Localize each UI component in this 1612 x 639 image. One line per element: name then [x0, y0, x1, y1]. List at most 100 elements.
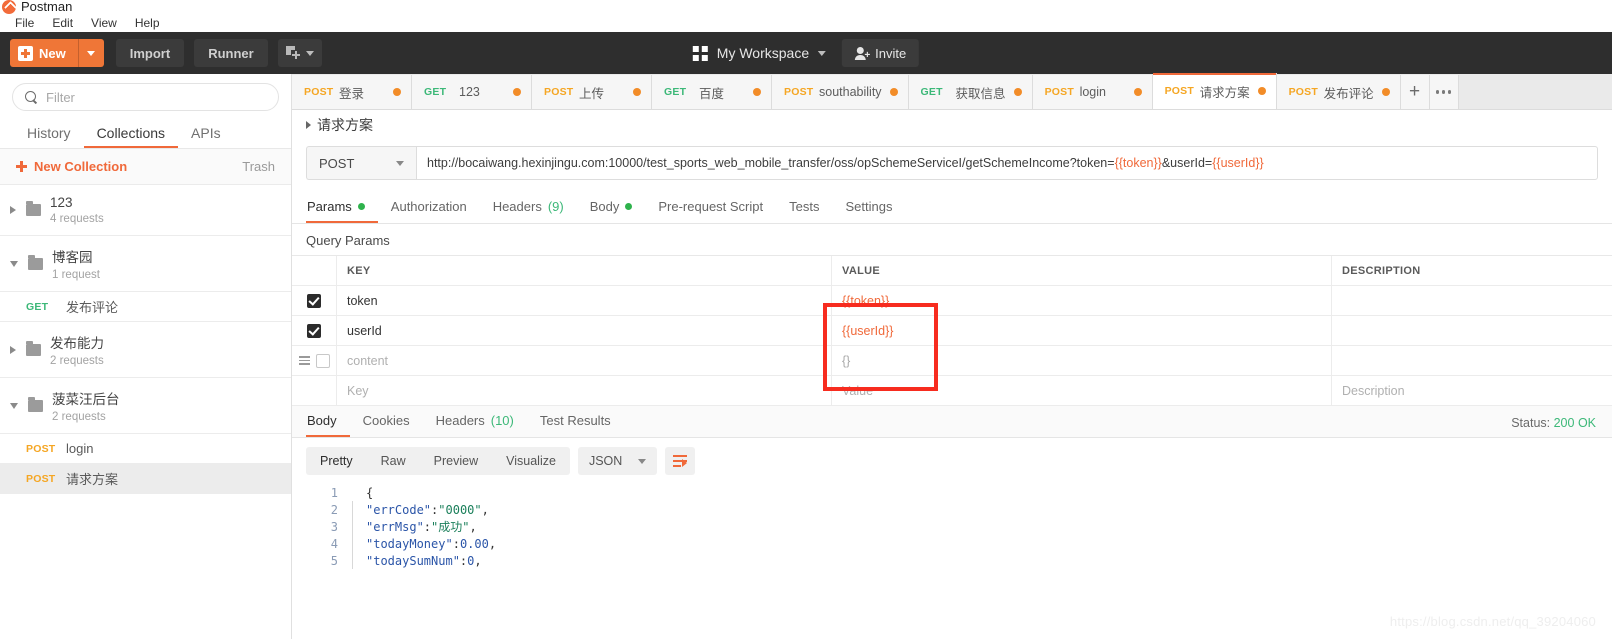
response-tab-cookies[interactable]: Cookies — [350, 413, 423, 437]
url-input[interactable]: http://bocaiwang.hexinjingu.com:10000/te… — [416, 146, 1598, 180]
code-string: "成功" — [431, 520, 470, 534]
menu-help[interactable]: Help — [126, 14, 169, 32]
chevron-down-icon[interactable] — [10, 402, 18, 409]
request-tab-0[interactable]: POST 登录 — [292, 75, 412, 109]
sidebar-request-qiuqiufangan[interactable]: POST 请求方案 — [0, 464, 291, 494]
new-button[interactable]: New — [10, 39, 104, 67]
code-line: 4 "todayMoney": 0.00, — [306, 535, 1612, 552]
sidebar-tab-history[interactable]: History — [14, 119, 84, 148]
chevron-right-icon[interactable] — [10, 345, 16, 354]
request-tab-5[interactable]: GET 获取信息 — [908, 75, 1033, 109]
row-key-cell[interactable]: userId — [337, 316, 832, 345]
request-tab-3[interactable]: GET 百度 — [652, 75, 772, 109]
invite-button[interactable]: + Invite — [842, 39, 920, 67]
row-key-cell[interactable]: content — [337, 346, 832, 375]
row-checkbox[interactable] — [307, 323, 321, 338]
window-titlebar: Postman — [0, 0, 1612, 14]
request-tab-4[interactable]: POST southability — [772, 75, 909, 109]
tab-authorization[interactable]: Authorization — [378, 199, 480, 223]
param-key: token — [347, 293, 378, 308]
sidebar-collection-bocaiwang[interactable]: 菠菜汪后台 2 requests — [0, 378, 291, 434]
tab-body[interactable]: Body — [577, 199, 646, 223]
sidebar-tab-collections[interactable]: Collections — [83, 119, 179, 148]
row-checkbox[interactable] — [307, 293, 321, 308]
tabbar-more-button[interactable] — [1429, 75, 1459, 109]
collection-request-count: 2 requests — [52, 411, 106, 423]
sidebar-request-login[interactable]: POST login — [0, 434, 291, 464]
new-tab-button[interactable]: + — [1400, 75, 1430, 109]
row-description-cell[interactable] — [1332, 286, 1612, 315]
row-value-cell[interactable]: {} — [832, 346, 1332, 375]
tab-tests[interactable]: Tests — [776, 199, 832, 223]
request-tab-6[interactable]: POST login — [1032, 75, 1153, 109]
chevron-right-icon[interactable] — [306, 121, 311, 129]
row-value-cell[interactable]: Value — [832, 376, 1332, 405]
search-icon — [25, 91, 37, 103]
new-window-button[interactable] — [277, 39, 322, 67]
new-button-dropdown[interactable] — [77, 39, 104, 67]
postman-app-window: Postman File Edit View Help New Import R… — [0, 0, 1612, 639]
menu-edit[interactable]: Edit — [43, 14, 82, 32]
tab-settings[interactable]: Settings — [832, 199, 905, 223]
search-input[interactable]: Filter — [12, 83, 279, 111]
header-check-cell — [292, 256, 337, 285]
format-raw[interactable]: Raw — [367, 447, 420, 475]
word-wrap-button[interactable] — [665, 447, 696, 475]
page-title: 请求方案 — [317, 117, 373, 133]
row-description-cell[interactable] — [1332, 346, 1612, 375]
sidebar-collection-123[interactable]: 123 4 requests — [0, 185, 291, 236]
folder-icon — [28, 396, 43, 412]
row-value-cell[interactable]: {{token}} — [832, 286, 1332, 315]
response-tab-test-results[interactable]: Test Results — [527, 413, 624, 437]
url-mid: &userId= — [1161, 156, 1213, 170]
tab-name: 上传 — [579, 86, 605, 101]
tab-name: 获取信息 — [955, 86, 1006, 101]
response-body-code[interactable]: 1 { 2 "errCode": "0000", 3 "errMsg": "成功… — [292, 484, 1612, 569]
tab-method: POST — [1044, 86, 1074, 98]
response-tab-headers[interactable]: Headers (10) — [423, 413, 527, 437]
menu-view[interactable]: View — [82, 14, 126, 32]
table-row[interactable]: content {} — [292, 346, 1612, 376]
tab-name: login — [1079, 85, 1106, 99]
workspace-selector[interactable]: My Workspace — [692, 45, 827, 61]
line-number: 2 — [330, 502, 338, 517]
row-description-cell[interactable] — [1332, 316, 1612, 345]
request-tab-1[interactable]: GET 123 — [412, 75, 532, 109]
new-collection-button[interactable]: New Collection — [16, 159, 127, 174]
chevron-down-icon[interactable] — [10, 260, 18, 267]
tab-params[interactable]: Params — [306, 199, 378, 223]
format-pretty[interactable]: Pretty — [306, 447, 367, 475]
row-key-cell[interactable]: Key — [337, 376, 832, 405]
format-preview[interactable]: Preview — [420, 447, 492, 475]
table-row-empty[interactable]: Key Value Description — [292, 376, 1612, 406]
menu-file[interactable]: File — [6, 14, 43, 32]
table-row[interactable]: token {{token}} — [292, 286, 1612, 316]
sidebar-tabs: History Collections APIs — [0, 119, 291, 149]
import-button[interactable]: Import — [115, 39, 185, 67]
row-checkbox[interactable] — [315, 353, 330, 368]
collection-name: 123 — [50, 195, 73, 210]
sidebar-collection-boke[interactable]: 博客园 1 request — [0, 236, 291, 292]
response-language-selector[interactable]: JSON — [577, 447, 658, 475]
tab-pre-request-script[interactable]: Pre-request Script — [645, 199, 776, 223]
row-key-cell[interactable]: token — [337, 286, 832, 315]
sidebar-request-fabupinglun[interactable]: GET 发布评论 — [0, 292, 291, 322]
trash-link[interactable]: Trash — [242, 159, 275, 174]
tab-headers-count: (9) — [547, 199, 564, 214]
request-tab-8[interactable]: POST 发布评论 — [1276, 75, 1401, 109]
format-visualize[interactable]: Visualize — [492, 447, 570, 475]
header-value-cell: VALUE — [832, 256, 1332, 285]
drag-handle-icon[interactable] — [298, 355, 310, 366]
sidebar-collection-fabunengli[interactable]: 发布能力 2 requests — [0, 322, 291, 378]
row-description-cell[interactable]: Description — [1332, 376, 1612, 405]
table-row[interactable]: userId {{userId}} — [292, 316, 1612, 346]
sidebar-tab-apis[interactable]: APIs — [178, 119, 234, 148]
runner-button[interactable]: Runner — [194, 39, 268, 67]
response-tab-body[interactable]: Body — [306, 413, 350, 437]
request-tab-7-active[interactable]: POST 请求方案 — [1152, 73, 1277, 109]
row-value-cell[interactable]: {{userId}} — [832, 316, 1332, 345]
tab-headers[interactable]: Headers (9) — [480, 199, 577, 223]
method-selector[interactable]: POST — [306, 146, 416, 180]
request-tab-2[interactable]: POST 上传 — [532, 75, 652, 109]
chevron-right-icon[interactable] — [10, 206, 16, 214]
